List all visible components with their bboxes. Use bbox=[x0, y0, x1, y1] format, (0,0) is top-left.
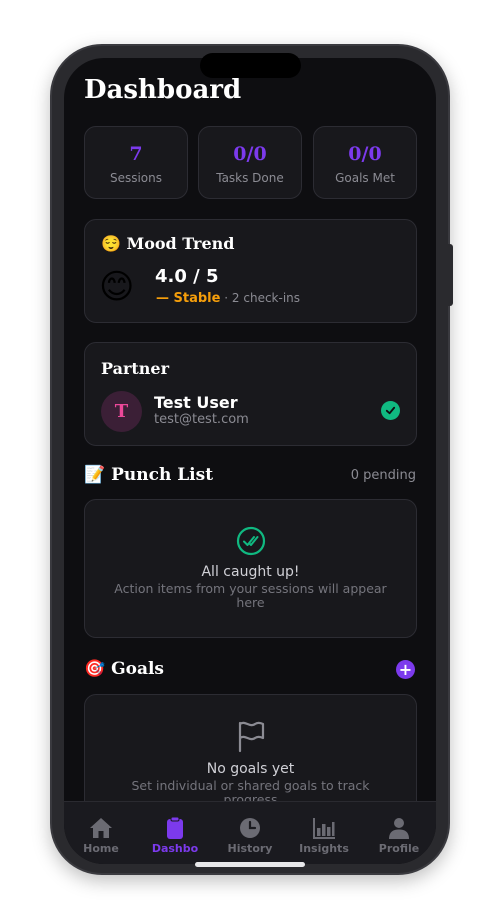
bottom-tab-bar: Home Dashbo History Insights Profile bbox=[64, 801, 436, 864]
partner-avatar: T bbox=[101, 391, 142, 432]
tab-label: Insights bbox=[299, 842, 349, 855]
tab-history[interactable]: History bbox=[213, 816, 287, 855]
tab-label: Home bbox=[83, 842, 119, 855]
page-title: Dashboard bbox=[84, 75, 242, 105]
partner-email: test@test.com bbox=[154, 412, 249, 427]
mood-checkins: · 2 check-ins bbox=[224, 291, 301, 305]
flag-icon bbox=[238, 721, 264, 753]
mood-trend-card[interactable]: 😌 Mood Trend 😊 4.0 / 5 — Stable · 2 chec… bbox=[84, 219, 417, 323]
stat-label: Goals Met bbox=[335, 171, 395, 185]
stat-card-sessions[interactable]: 7 Sessions bbox=[84, 126, 188, 199]
phone-side-button bbox=[448, 244, 453, 306]
stat-value: 0/0 bbox=[348, 143, 382, 165]
tab-label: Dashbo bbox=[151, 842, 199, 855]
tab-home[interactable]: Home bbox=[64, 816, 138, 855]
stat-value: 0/0 bbox=[233, 143, 267, 165]
tab-label: History bbox=[227, 842, 273, 855]
verified-check-icon bbox=[381, 401, 400, 420]
partner-name: Test User bbox=[154, 393, 238, 412]
partner-card[interactable]: Partner T Test User test@test.com bbox=[84, 342, 417, 446]
clock-icon bbox=[240, 818, 260, 838]
stat-card-tasks[interactable]: 0/0 Tasks Done bbox=[198, 126, 302, 199]
stat-label: Sessions bbox=[109, 171, 163, 185]
mood-score: 4.0 / 5 bbox=[155, 266, 219, 287]
stat-value: 7 bbox=[129, 143, 143, 165]
tab-insights[interactable]: Insights bbox=[287, 816, 361, 855]
home-icon bbox=[90, 818, 112, 838]
stat-card-goals[interactable]: 0/0 Goals Met bbox=[313, 126, 417, 199]
app-screen: Dashboard 7 Sessions 0/0 Tasks Done 0/0 … bbox=[64, 58, 436, 864]
mood-trend-row: — Stable · 2 check-ins bbox=[156, 291, 300, 306]
tab-label: Profile bbox=[378, 842, 420, 855]
mood-trend-title: 😌 Mood Trend bbox=[101, 234, 235, 253]
clipboard-icon bbox=[167, 816, 183, 839]
tab-profile[interactable]: Profile bbox=[362, 816, 436, 855]
punch-list-empty-card: All caught up! Action items from your se… bbox=[84, 499, 417, 638]
punch-list-heading: 📝 Punch List bbox=[84, 465, 214, 485]
mood-trend-status: — Stable bbox=[156, 291, 221, 306]
tab-dashboard[interactable]: Dashbo bbox=[138, 816, 212, 855]
goals-heading: 🎯 Goals bbox=[84, 659, 164, 679]
bar-chart-icon bbox=[313, 818, 335, 839]
punch-list-pending: 0 pending bbox=[350, 468, 416, 483]
stat-label: Tasks Done bbox=[216, 171, 284, 185]
partner-title: Partner bbox=[101, 359, 170, 378]
home-indicator[interactable] bbox=[195, 862, 305, 867]
dynamic-island bbox=[200, 53, 301, 78]
mood-emoji: 😊 bbox=[99, 267, 135, 307]
person-icon bbox=[389, 818, 409, 839]
double-check-circle-icon bbox=[236, 526, 265, 556]
goals-empty-title: No goals yet bbox=[206, 761, 295, 777]
punch-list-empty-subtitle: Action items from your sessions will app… bbox=[114, 581, 387, 610]
punch-list-empty-title: All caught up! bbox=[201, 564, 300, 580]
add-goal-button[interactable]: + bbox=[396, 660, 415, 679]
